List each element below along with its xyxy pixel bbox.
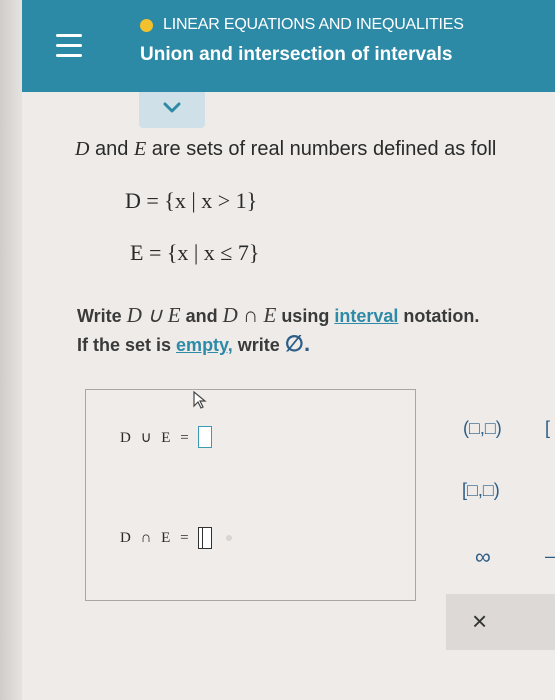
- instr-write-2: write: [237, 335, 280, 355]
- topic-row: LINEAR EQUATIONS AND INEQUALITIES: [140, 16, 464, 34]
- intersection-answer-input[interactable]: [197, 527, 212, 549]
- interval-link[interactable]: interval: [334, 306, 398, 326]
- partial-bracket-button[interactable]: [: [545, 418, 550, 439]
- empty-link[interactable]: empty,: [176, 335, 233, 355]
- instruction-line-1: Write D ∪ E and D ∩ E using interval not…: [77, 303, 479, 328]
- lesson-subtitle: Union and intersection of intervals: [140, 44, 453, 65]
- hamburger-menu-icon[interactable]: [56, 30, 82, 62]
- half-open-interval-button[interactable]: [□,□): [462, 480, 500, 501]
- faint-dot: [225, 535, 232, 541]
- instr-and: and: [185, 306, 218, 326]
- set-d-definition: D = {x | x > 1}: [125, 188, 258, 213]
- set-e-definition: E = {x | x ≤ 7}: [130, 240, 260, 265]
- intro-rest: are sets of real numbers defined as foll: [151, 138, 497, 160]
- close-icon: ×: [472, 606, 488, 636]
- instruction-line-2: If the set is empty, write ∅.: [77, 331, 310, 357]
- topic-status-icon: [140, 18, 153, 32]
- answer-box: [85, 389, 416, 601]
- set-d-name: D: [75, 138, 90, 160]
- mouse-cursor-icon: [193, 390, 207, 409]
- union-answer-row: D ∪ E =: [120, 426, 212, 448]
- union-answer-label: D ∪ E =: [120, 429, 192, 446]
- instr-if-empty: If the set is: [77, 335, 172, 355]
- instr-notation: notation.: [403, 306, 480, 326]
- infinity-button[interactable]: ∞: [475, 544, 491, 570]
- instr-using: using: [281, 306, 330, 326]
- intersection-answer-label: D ∩ E =: [120, 529, 192, 546]
- set-e-name: E: [133, 138, 147, 160]
- open-interval-button[interactable]: (□,□): [463, 418, 502, 439]
- chevron-down-icon: [163, 102, 181, 113]
- empty-set-symbol: ∅.: [284, 331, 311, 356]
- union-expr: D ∪ E: [126, 303, 181, 327]
- intersection-answer-row: D ∩ E =: [120, 527, 232, 549]
- intersection-expr: D ∩ E: [222, 303, 277, 327]
- clear-button[interactable]: ×: [446, 594, 555, 650]
- problem-intro: D and E are sets of real numbers defined…: [75, 138, 496, 161]
- topic-title: LINEAR EQUATIONS AND INEQUALITIES: [163, 16, 464, 33]
- left-shadow: [0, 0, 22, 700]
- collapse-toggle[interactable]: [139, 92, 205, 128]
- partial-minus-button[interactable]: –: [545, 546, 555, 567]
- union-answer-input[interactable]: [197, 426, 212, 448]
- header-bar: LINEAR EQUATIONS AND INEQUALITIES Union …: [22, 0, 555, 92]
- intro-and: and: [95, 138, 129, 160]
- instr-write: Write: [77, 306, 122, 326]
